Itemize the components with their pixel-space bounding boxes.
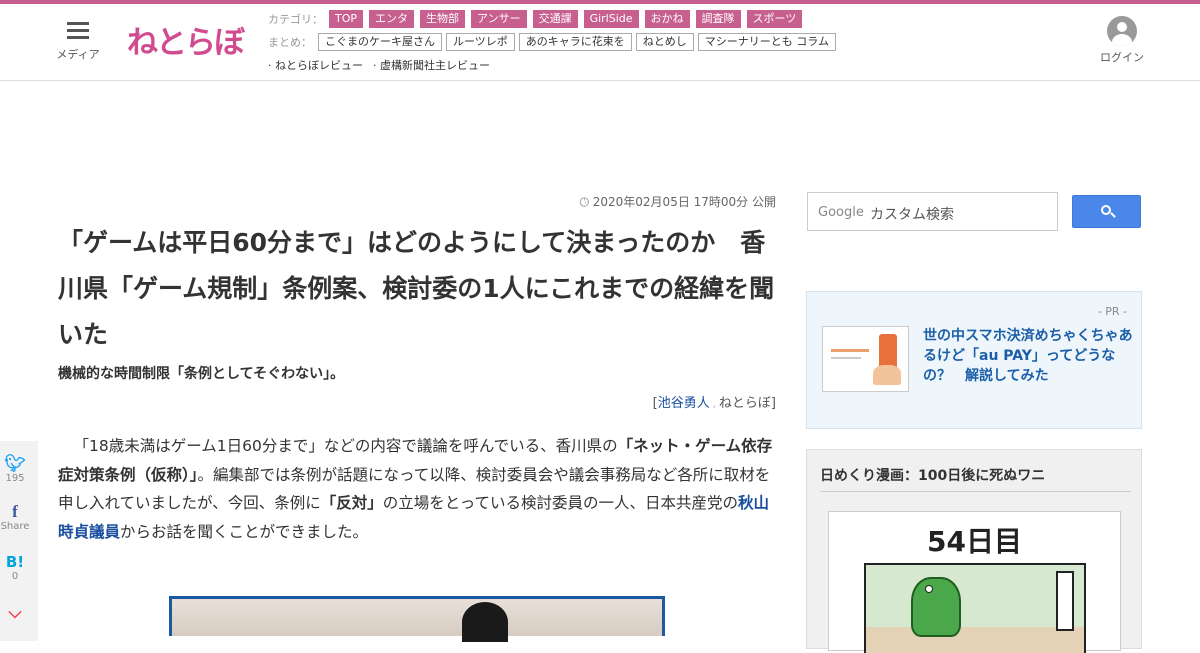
facebook-label: Share xyxy=(0,521,30,532)
hatena-bookmark-icon: B! xyxy=(5,553,25,571)
category-koutsuka[interactable]: 交通課 xyxy=(532,10,578,28)
summary-link[interactable]: マシーナリーとも コラム xyxy=(697,33,836,51)
category-chousatai[interactable]: 調査隊 xyxy=(695,10,741,28)
facebook-share[interactable]: f Share xyxy=(0,502,30,533)
hamburger-icon xyxy=(67,22,89,40)
login-button[interactable]: ログイン xyxy=(1100,16,1144,65)
review-link[interactable]: · 虚構新聞社主レビュー xyxy=(373,57,490,73)
pr-thumbnail[interactable] xyxy=(822,326,909,392)
body-text: からお話を聞くことができました。 xyxy=(120,522,369,541)
byline: [池谷勇人, ねとらぼ] xyxy=(653,392,776,411)
social-share-bar: 🐦︎ 195 f Share B! 0 ⌵ xyxy=(0,441,38,641)
hatena-share[interactable]: B! 0 xyxy=(0,553,30,582)
pr-link[interactable]: 世の中スマホ決済めちゃくちゃあるけど「au PAY」ってどうなの？ 解説してみた xyxy=(923,326,1133,386)
comic-box xyxy=(1056,571,1074,631)
article-photo xyxy=(169,596,665,642)
pr-label: - PR - xyxy=(1097,305,1127,318)
category-nav: カテゴリ： TOP エンタ 生物部 アンサー 交通課 GirlSide おかね … xyxy=(268,10,808,28)
category-top[interactable]: TOP xyxy=(329,10,364,28)
category-seibutsubu[interactable]: 生物部 xyxy=(420,10,466,28)
byline-separator: , xyxy=(712,399,716,410)
review-link[interactable]: · ねとらぼレビュー xyxy=(268,57,363,73)
summary-link[interactable]: ルーツレポ xyxy=(446,33,515,51)
comic-panel[interactable]: 54日目 xyxy=(828,511,1121,653)
clock-icon: 🕓︎ xyxy=(579,195,593,209)
body-emphasis: 「反対」 xyxy=(320,494,383,512)
photo-subject xyxy=(462,602,508,642)
category-answer[interactable]: アンサー xyxy=(471,10,527,28)
comic-day: 54日目 xyxy=(927,525,1022,558)
comic-floor xyxy=(866,627,1084,653)
article-lead: 機械的な時間制限「条例としてそぐわない」。 xyxy=(58,366,345,382)
login-label: ログイン xyxy=(1100,51,1144,64)
search-input[interactable]: Google カスタム検索 xyxy=(807,192,1058,231)
summary-label: まとめ： xyxy=(268,36,312,49)
search-button[interactable] xyxy=(1072,195,1141,228)
facebook-icon: f xyxy=(12,502,18,521)
hand-image xyxy=(873,365,901,385)
twitter-count: 195 xyxy=(5,473,25,484)
divider xyxy=(820,491,1131,492)
pocket-share[interactable]: ⌵ xyxy=(0,604,30,622)
pocket-icon: ⌵ xyxy=(8,603,22,623)
pr-ad-box[interactable]: - PR - 世の中スマホ決済めちゃくちゃあるけど「au PAY」ってどうなの？… xyxy=(806,291,1142,429)
media-menu-button[interactable]: メディア xyxy=(55,22,101,62)
article-body: 「18歳未満はゲーム1日60分まで」などの内容で議論を呼んでいる、香川県の「ネッ… xyxy=(58,432,778,546)
crocodile-illustration xyxy=(911,577,961,637)
twitter-bird-icon: 🐦︎ xyxy=(4,454,26,474)
comic-frame xyxy=(864,563,1086,653)
site-header: メディア ねとらぼ カテゴリ： TOP エンタ 生物部 アンサー 交通課 Gir… xyxy=(0,4,1200,81)
category-girlside[interactable]: GirlSide xyxy=(583,10,639,28)
crocodile-eye xyxy=(925,585,933,593)
google-brand: Google xyxy=(818,205,864,220)
search-placeholder: カスタム検索 xyxy=(870,207,954,223)
body-text: 「18歳未満はゲーム1日60分まで」などの内容で議論を呼んでいる、香川県の xyxy=(73,437,618,455)
thumb-decor xyxy=(831,357,861,359)
article-title: 「ゲームは平日60分まで」はどのようにして決まったのか 香川県「ゲーム規制」条例… xyxy=(58,228,775,349)
search-icon-handle xyxy=(1110,212,1116,218)
category-okane[interactable]: おかね xyxy=(644,10,690,28)
comic-widget: 日めくり漫画：100日後に死ぬワニ 54日目 xyxy=(806,449,1142,653)
category-sports[interactable]: スポーツ xyxy=(746,10,803,28)
review-nav: · ねとらぼレビュー · 虚構新聞社主レビュー xyxy=(268,57,500,73)
byline-site: ねとらぼ xyxy=(718,396,771,411)
summary-link[interactable]: ねとめし xyxy=(635,33,694,51)
byline-close: ] xyxy=(770,396,776,411)
category-label: カテゴリ： xyxy=(268,13,323,26)
twitter-share[interactable]: 🐦︎ 195 xyxy=(0,455,30,484)
comic-title: 日めくり漫画：100日後に死ぬワニ xyxy=(820,468,1046,484)
body-text: の立場をとっている検討委員の一人、日本共産党の xyxy=(382,494,739,512)
summary-nav: まとめ： こぐまのケーキ屋さん ルーツレポ あのキャラに花束を ねとめし マシー… xyxy=(268,33,840,51)
author-link[interactable]: 池谷勇人 xyxy=(658,396,710,411)
media-menu-label: メディア xyxy=(56,48,100,61)
publish-date-text: 2020年02月05日 17時00分 公開 xyxy=(592,195,776,209)
publish-date: 🕓︎ 2020年02月05日 17時00分 公開 xyxy=(579,193,776,210)
user-avatar-icon xyxy=(1107,16,1137,46)
summary-link[interactable]: こぐまのケーキ屋さん xyxy=(318,33,442,51)
summary-link[interactable]: あのキャラに花束を xyxy=(518,33,632,51)
category-enta[interactable]: エンタ xyxy=(369,10,415,28)
site-logo[interactable]: ねとらぼ xyxy=(127,17,245,62)
thumb-decor xyxy=(831,349,869,352)
hatena-count: 0 xyxy=(11,571,19,582)
